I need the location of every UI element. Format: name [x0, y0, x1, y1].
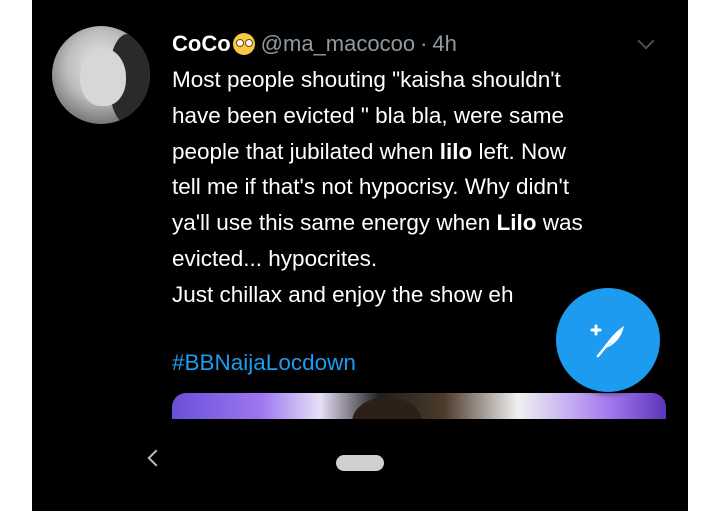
back-chevron-icon[interactable]: [147, 449, 165, 467]
tweet-line: tell me if that's not hypocrisy. Why did…: [172, 169, 672, 205]
text-segment: was: [536, 210, 583, 236]
display-name[interactable]: CoCo: [172, 31, 231, 57]
tweet-line: have been evicted " bla bla, were same: [172, 98, 672, 134]
tweet-screen: CoCo @ma_macocoo · 4h Most people shouti…: [32, 0, 688, 511]
text-segment: evicted... hypocrites.: [172, 245, 378, 271]
avatar[interactable]: [52, 26, 150, 124]
timestamp[interactable]: 4h: [432, 31, 456, 57]
text-segment: ya'll use this same energy when: [172, 210, 497, 236]
bold-word: Lilo: [496, 210, 537, 236]
media-preview[interactable]: [172, 393, 666, 419]
tweet-text: Most people shouting "kaisha shouldn't ha…: [172, 62, 672, 313]
home-pill-icon[interactable]: [336, 455, 384, 471]
text-segment: have been evicted " bla bla, were same: [172, 102, 564, 128]
bold-word: lilo: [439, 138, 473, 164]
hashtag-link[interactable]: #BBNaijaLocdown: [172, 350, 356, 376]
feather-plus-icon: [590, 324, 624, 358]
tweet-header: CoCo @ma_macocoo · 4h: [172, 30, 457, 58]
text-segment: tell me if that's not hypocrisy. Why did…: [172, 174, 570, 200]
tweet-line: Most people shouting "kaisha shouldn't: [172, 62, 672, 98]
compose-tweet-button[interactable]: [556, 288, 660, 392]
tweet-line: ya'll use this same energy when Lilo was: [172, 205, 672, 241]
chevron-down-icon[interactable]: [637, 32, 655, 50]
text-segment: Just chillax and enjoy the show eh: [172, 281, 514, 307]
face-with-rolling-eyes-icon: [232, 33, 255, 55]
media-subject: [352, 397, 422, 419]
avatar-face: [80, 48, 126, 106]
text-segment: left. Now: [472, 138, 566, 164]
user-handle[interactable]: @ma_macocoo: [261, 31, 415, 57]
tweet-line: evicted... hypocrites.: [172, 241, 672, 277]
tweet-line: people that jubilated when lilo left. No…: [172, 134, 672, 170]
separator: ·: [420, 31, 428, 56]
text-segment: Most people shouting "kaisha shouldn't: [172, 67, 561, 92]
text-segment: people that jubilated when: [172, 138, 440, 164]
